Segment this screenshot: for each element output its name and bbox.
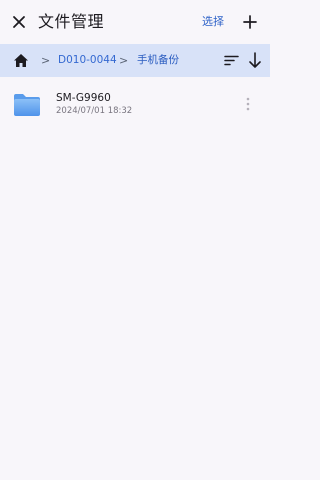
more-vertical-icon[interactable] [244,96,252,112]
file-name: SM-G9960 [56,92,111,104]
home-icon[interactable] [13,53,29,68]
close-icon [13,16,25,28]
folder-icon [14,94,40,116]
breadcrumb-item-device[interactable]: D010-0044 [58,54,117,67]
breadcrumb-separator: > [41,54,51,67]
select-button[interactable]: 选择 [202,15,224,29]
page-title: 文件管理 [38,12,105,31]
breadcrumb: > D010-0044 > 手机备份 [0,44,270,77]
file-manager-screen: 文件管理 选择 > D010-0044 > 手机备份 SM-G9960 2024… [0,0,270,480]
file-date: 2024/07/01 18:32 [56,106,133,116]
close-button[interactable] [9,12,29,32]
top-app-bar: 文件管理 选择 [0,0,270,44]
list-item[interactable]: SM-G9960 2024/07/01 18:32 [0,84,270,126]
plus-icon [243,15,257,29]
breadcrumb-separator: > [119,54,129,67]
arrow-down-icon[interactable] [248,52,262,69]
sort-lines-icon[interactable] [224,55,239,66]
breadcrumb-item-current[interactable]: 手机备份 [137,54,179,67]
add-button[interactable] [240,12,260,32]
